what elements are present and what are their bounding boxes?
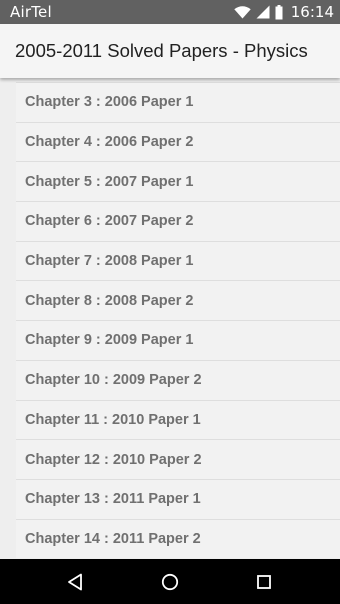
navigation-bar (0, 559, 340, 604)
list-item[interactable]: Chapter 11 : 2010 Paper 1 (16, 399, 340, 440)
page-title: 2005-2011 Solved Papers - Physics (15, 40, 308, 61)
list-item-label: Chapter 10 : 2009 Paper 2 (25, 372, 202, 389)
cell-signal-icon (256, 5, 270, 19)
home-icon[interactable] (159, 571, 181, 593)
list-item[interactable]: Chapter 9 : 2009 Paper 1 (16, 320, 340, 360)
list-item[interactable]: Chapter 10 : 2009 Paper 2 (16, 359, 340, 400)
list-item-label: Chapter 7 : 2008 Paper 1 (25, 253, 194, 270)
list-item[interactable]: Chapter 12 : 2010 Paper 2 (16, 439, 340, 479)
list-item[interactable]: Chapter 3 : 2006 Paper 1 (16, 82, 340, 122)
list-item[interactable]: Chapter 4 : 2006 Paper 2 (16, 121, 340, 162)
wifi-icon (234, 5, 251, 19)
carrier-name: AirTel (10, 3, 52, 21)
list-item-label: Chapter 11 : 2010 Paper 1 (25, 411, 201, 428)
list-item-label: Chapter 14 : 2011 Paper 2 (25, 530, 201, 547)
list-item[interactable]: Chapter 5 : 2007 Paper 1 (16, 161, 340, 201)
list-item[interactable]: Chapter 6 : 2007 Paper 2 (16, 201, 340, 241)
list-item-label: Chapter 4 : 2006 Paper 2 (25, 134, 194, 151)
list-item-label: Chapter 3 : 2006 Paper 1 (25, 94, 194, 111)
back-icon[interactable] (64, 571, 86, 593)
status-bar: AirTel 16:14 (0, 0, 340, 24)
list-item[interactable]: Chapter 8 : 2008 Paper 2 (16, 280, 340, 320)
list-item-label: Chapter 12 : 2010 Paper 2 (25, 451, 202, 468)
battery-icon (275, 4, 283, 20)
status-icons: 16:14 (234, 3, 334, 21)
list-item[interactable]: Chapter 7 : 2008 Paper 1 (16, 240, 340, 281)
list-item[interactable]: Chapter 14 : 2011 Paper 2 (16, 518, 340, 559)
list-item-label: Chapter 5 : 2007 Paper 1 (25, 173, 194, 190)
app-bar: 2005-2011 Solved Papers - Physics (0, 24, 340, 78)
list-item-label: Chapter 13 : 2011 Paper 1 (25, 491, 201, 508)
recents-icon[interactable] (253, 571, 275, 593)
status-time: 16:14 (290, 3, 334, 21)
list-item-label: Chapter 6 : 2007 Paper 2 (25, 213, 194, 230)
chapter-list-container[interactable]: Chapter 3 : 2006 Paper 1 Chapter 4 : 200… (0, 78, 340, 559)
chapter-list: Chapter 3 : 2006 Paper 1 Chapter 4 : 200… (16, 82, 340, 559)
list-item[interactable]: Chapter 13 : 2011 Paper 1 (16, 478, 340, 519)
list-item-label: Chapter 9 : 2009 Paper 1 (25, 332, 194, 349)
list-item-label: Chapter 8 : 2008 Paper 2 (25, 292, 194, 309)
